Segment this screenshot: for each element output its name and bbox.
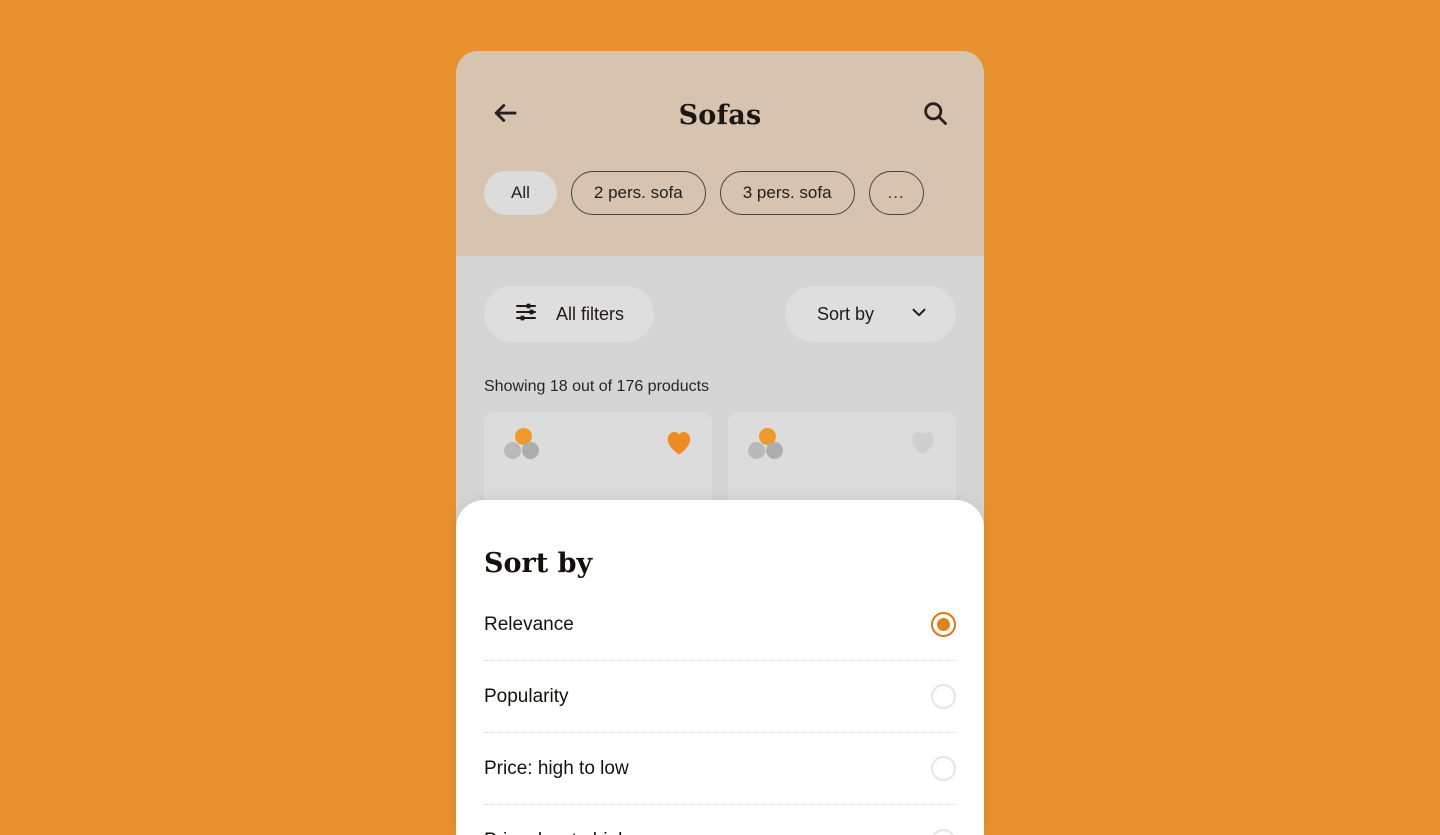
sort-option-relevance[interactable]: Relevance — [484, 589, 956, 661]
radio-button[interactable] — [931, 828, 956, 835]
filter-row: All filters Sort by — [484, 286, 956, 342]
arrow-left-icon — [490, 98, 520, 133]
category-chip-list: All 2 pers. sofa 3 pers. sofa ... — [456, 171, 984, 215]
sort-option-label: Popularity — [484, 685, 569, 707]
sort-option-label: Relevance — [484, 613, 574, 635]
page-title: Sofas — [678, 99, 762, 131]
chip-label: 3 pers. sofa — [742, 183, 832, 202]
results-count: Showing 18 out of 176 products — [484, 378, 710, 395]
sort-option-price-low-to-high[interactable]: Price: low to high — [484, 805, 956, 835]
sort-sheet-title: Sort by — [484, 548, 593, 579]
header: Sofas All 2 pers. sofa 3 pers. sofa ... — [456, 51, 984, 256]
color-dot-icon — [522, 442, 539, 459]
all-filters-label: All filters — [556, 303, 625, 324]
sort-option-label: Price: low to high — [484, 830, 629, 835]
radio-button[interactable] — [931, 684, 956, 709]
category-chip-more[interactable]: ... — [868, 171, 924, 215]
heart-outline-icon[interactable] — [908, 428, 938, 456]
sliders-icon — [514, 300, 538, 329]
color-dot-icon — [766, 442, 783, 459]
filter-panel: All filters Sort by Showing 18 out of 17… — [456, 256, 984, 396]
sort-option-price-high-to-low[interactable]: Price: high to low — [484, 733, 956, 805]
radio-button[interactable] — [931, 756, 956, 781]
sort-by-label: Sort by — [816, 303, 874, 324]
color-dot-icon — [748, 442, 765, 459]
chip-label: 2 pers. sofa — [593, 183, 683, 202]
chip-label: ... — [887, 183, 905, 202]
category-chip-all[interactable]: All — [484, 171, 557, 215]
top-bar: Sofas — [456, 51, 984, 179]
sort-option-label: Price: high to low — [484, 757, 629, 779]
sort-sheet-content: Sort by Relevance Popularity Price: high… — [456, 500, 984, 835]
sort-option-popularity[interactable]: Popularity — [484, 661, 956, 733]
color-dot-icon — [504, 442, 521, 459]
chip-label: All — [511, 183, 530, 202]
category-chip-2-pers-sofa[interactable]: 2 pers. sofa — [570, 171, 706, 215]
radio-button-selected[interactable] — [931, 612, 956, 637]
sort-by-bottom-sheet: Sort by Relevance Popularity Price: high… — [456, 500, 984, 835]
chevron-down-icon — [908, 301, 930, 328]
search-button[interactable] — [914, 94, 956, 136]
sort-by-dropdown[interactable]: Sort by — [784, 286, 956, 342]
heart-filled-icon[interactable] — [664, 428, 694, 456]
color-swatches — [746, 428, 790, 462]
category-chip-3-pers-sofa[interactable]: 3 pers. sofa — [719, 171, 855, 215]
search-icon — [921, 99, 949, 132]
all-filters-button[interactable]: All filters — [484, 286, 655, 342]
back-button[interactable] — [484, 94, 526, 136]
color-swatches — [502, 428, 546, 462]
